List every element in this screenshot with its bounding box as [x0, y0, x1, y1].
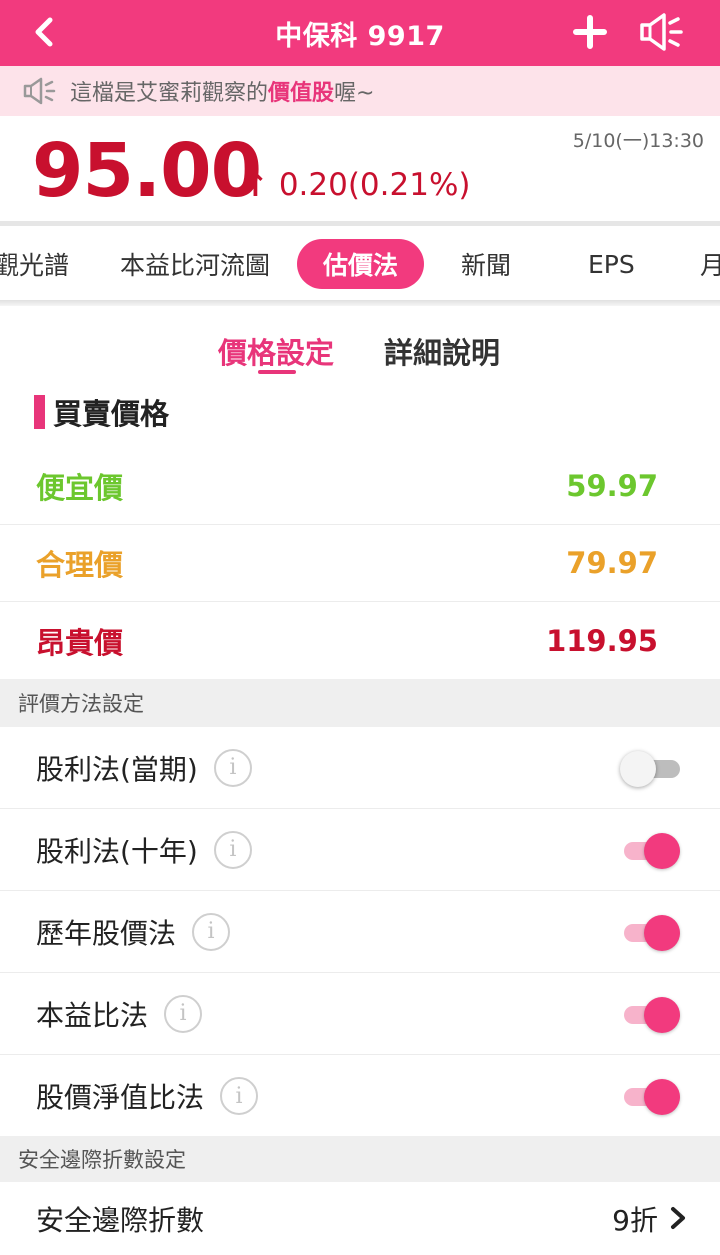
- info-icon[interactable]: i: [164, 994, 203, 1033]
- price-row-fair: 合理價 79.97: [0, 525, 720, 602]
- page-title: 中保科 9917: [275, 20, 445, 52]
- notice-banner: 這檔是艾蜜莉觀察的 價值股 喔~: [0, 66, 720, 116]
- tab-bar: 觀光譜 本益比河流圖 估價法 新聞 EPS 月: [0, 226, 720, 302]
- info-icon[interactable]: i: [213, 830, 252, 869]
- method-row-dividend-ten-year: 股利法(十年) i: [0, 809, 720, 891]
- method-toggle[interactable]: [624, 1079, 680, 1115]
- tab-bar-shadow: [0, 300, 720, 306]
- sub-tab-bar: 價格設定 詳細說明: [0, 322, 720, 382]
- method-label: 股利法(當期): [36, 752, 198, 786]
- method-row-pb-ratio: 股價淨值比法 i: [0, 1055, 720, 1137]
- info-icon[interactable]: i: [220, 1077, 259, 1115]
- megaphone-icon: [640, 13, 683, 51]
- method-row-dividend-current: 股利法(當期) i: [0, 727, 720, 809]
- price-value: 119.95: [546, 623, 658, 658]
- safety-margin-row[interactable]: 安全邊際折數 9折: [0, 1182, 720, 1255]
- subtab-details[interactable]: 詳細說明: [384, 330, 500, 372]
- top-bar: 中保科 9917: [0, 0, 720, 66]
- price-label: 昂貴價: [36, 625, 124, 660]
- tab-news[interactable]: 新聞: [461, 226, 511, 302]
- method-label: 本益比法: [36, 998, 149, 1032]
- megaphone-icon: [23, 77, 56, 105]
- price-label: 合理價: [36, 548, 124, 582]
- section-marker: [34, 395, 45, 429]
- notice-highlight: 價值股: [268, 81, 335, 106]
- safety-margin-value: 9折: [612, 1203, 658, 1237]
- tab-item[interactable]: 觀光譜: [0, 226, 69, 302]
- subtab-price-settings[interactable]: 價格設定: [218, 330, 334, 372]
- current-price: 95.00: [32, 128, 262, 214]
- section-title-text: 買賣價格: [53, 397, 170, 431]
- notice-suffix: 喔~: [334, 81, 375, 106]
- method-toggle[interactable]: [624, 915, 680, 951]
- info-icon[interactable]: i: [213, 748, 252, 787]
- price-value: 59.97: [566, 469, 658, 503]
- arrow-up-icon: ↑: [242, 166, 269, 204]
- price-value: 79.97: [566, 546, 658, 580]
- method-section-header: 評價方法設定: [0, 679, 720, 727]
- plus-icon: [573, 15, 607, 49]
- method-row-pe-ratio: 本益比法 i: [0, 973, 720, 1055]
- price-change-value: 0.20(0.21%): [278, 167, 471, 203]
- section-title: 買賣價格: [34, 392, 169, 432]
- add-watchlist-button[interactable]: [570, 12, 610, 52]
- announcement-button[interactable]: [636, 8, 686, 56]
- method-toggle[interactable]: [624, 997, 680, 1033]
- method-toggle[interactable]: [620, 751, 680, 787]
- method-label: 股利法(十年): [36, 834, 198, 868]
- safety-section-header: 安全邊際折數設定: [0, 1136, 720, 1182]
- price-row-expensive: 昂貴價 119.95: [0, 602, 720, 679]
- tab-monthly[interactable]: 月: [700, 226, 720, 302]
- method-row-historical-price: 歷年股價法 i: [0, 891, 720, 973]
- price-change: ↑ 0.20(0.21%): [242, 166, 471, 204]
- subtab-indicator: [258, 370, 296, 374]
- method-label: 股價淨值比法: [36, 1081, 205, 1114]
- tab-pe-river-chart[interactable]: 本益比河流圖: [120, 226, 270, 302]
- info-icon[interactable]: i: [192, 912, 231, 951]
- quote-timestamp: 5/10(一)13:30: [572, 130, 704, 152]
- price-row-cheap: 便宜價 59.97: [0, 448, 720, 525]
- price-label: 便宜價: [36, 471, 124, 505]
- method-label: 歷年股價法: [36, 916, 177, 950]
- back-button[interactable]: [22, 12, 66, 52]
- tab-valuation[interactable]: 估價法: [297, 239, 425, 289]
- safety-margin-label: 安全邊際折數: [36, 1203, 205, 1237]
- chevron-left-icon: [35, 17, 53, 47]
- notice-text: 這檔是艾蜜莉觀察的: [70, 81, 269, 106]
- quote-panel: 95.00 ↑ 0.20(0.21%) 5/10(一)13:30: [0, 116, 720, 222]
- chevron-right-icon: [671, 1207, 685, 1229]
- method-toggle[interactable]: [624, 833, 680, 869]
- tab-eps[interactable]: EPS: [588, 226, 635, 302]
